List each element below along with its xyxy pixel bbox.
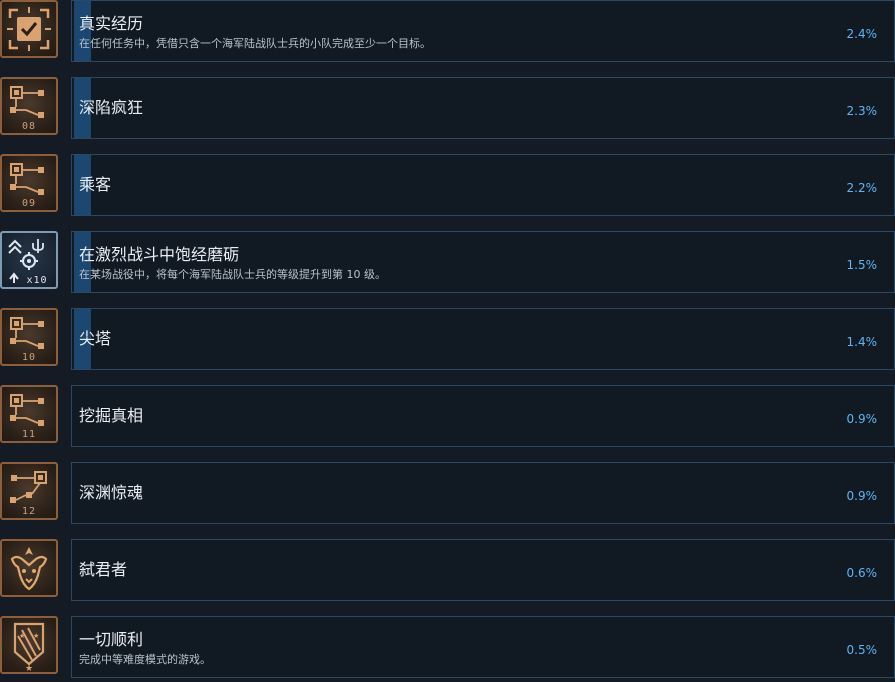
achievement-list: 真实经历 在任何任务中，凭借只含一个海军陆战队士兵的小队完成至少一个目标。 2.… xyxy=(0,0,895,679)
icon-number: 08 xyxy=(21,121,37,132)
achievement-row[interactable]: 12 深渊惊魂 0.9% xyxy=(0,462,895,528)
achievement-percent: 0.9% xyxy=(846,489,878,503)
achievement-row[interactable]: 弑君者 0.6% xyxy=(0,539,895,605)
achievement-percent: 1.5% xyxy=(846,258,878,272)
achievement-description: 在某场战役中，将每个海军陆战队士兵的等级提升到第 10 级。 xyxy=(79,268,386,281)
achievement-card: 一切顺利 完成中等难度模式的游戏。 0.5% xyxy=(71,616,895,678)
achievement-card: 深渊惊魂 0.9% xyxy=(71,462,895,524)
achievement-row[interactable]: 09 乘客 2.2% xyxy=(0,154,895,220)
achievement-percent: 2.4% xyxy=(846,27,878,41)
achievement-percent: 0.9% xyxy=(846,412,878,426)
achievement-title: 挖掘真相 xyxy=(79,406,144,425)
achievement-row[interactable]: 11 挖掘真相 0.9% xyxy=(0,385,895,451)
icon-number: 10 xyxy=(21,352,37,363)
icon-number: 11 xyxy=(21,429,37,440)
achievement-card: 深陷疯狂 2.3% xyxy=(71,77,895,139)
svg-text:★: ★ xyxy=(19,632,25,640)
achievement-row[interactable]: x10 在激烈战斗中饱经磨砺 在某场战役中，将每个海军陆战队士兵的等级提升到第 … xyxy=(0,231,895,297)
achievement-row[interactable]: 08 深陷疯狂 2.3% xyxy=(0,77,895,143)
icon-number: x10 xyxy=(26,275,48,286)
beast-crest-icon xyxy=(0,539,58,597)
achievement-title: 真实经历 xyxy=(79,14,144,33)
achievement-card: 在激烈战斗中饱经磨砺 在某场战役中，将每个海军陆战队士兵的等级提升到第 10 级… xyxy=(71,231,895,293)
achievement-title: 一切顺利 xyxy=(79,630,144,649)
achievement-percent: 2.2% xyxy=(846,181,878,195)
network-map-icon: 08 xyxy=(0,77,58,135)
achievement-title: 深陷疯狂 xyxy=(79,98,144,117)
achievement-title: 乘客 xyxy=(79,175,112,194)
achievement-card: 挖掘真相 0.9% xyxy=(71,385,895,447)
rank-up-icon: x10 xyxy=(0,231,58,289)
achievement-card: 弑君者 0.6% xyxy=(71,539,895,601)
achievement-percent: 1.4% xyxy=(846,335,878,349)
svg-text:★: ★ xyxy=(25,664,33,672)
icon-number: 09 xyxy=(21,198,37,209)
achievement-row[interactable]: 真实经历 在任何任务中，凭借只含一个海军陆战队士兵的小队完成至少一个目标。 2.… xyxy=(0,0,895,66)
network-map-icon: 09 xyxy=(0,154,58,212)
achievement-title: 在激烈战斗中饱经磨砺 xyxy=(79,245,240,264)
network-map-icon: 11 xyxy=(0,385,58,443)
shield-stars-icon: ★ ★ ★ xyxy=(0,616,58,674)
achievement-percent: 2.3% xyxy=(846,104,878,118)
achievement-card: 尖塔 1.4% xyxy=(71,308,895,370)
achievement-title: 尖塔 xyxy=(79,329,112,348)
network-map-icon: 12 xyxy=(0,462,58,520)
achievement-card: 真实经历 在任何任务中，凭借只含一个海军陆战队士兵的小队完成至少一个目标。 2.… xyxy=(71,0,895,62)
achievement-title: 深渊惊魂 xyxy=(79,483,144,502)
achievement-description: 完成中等难度模式的游戏。 xyxy=(79,653,211,666)
achievement-percent: 0.6% xyxy=(846,566,878,580)
achievement-row[interactable]: ★ ★ ★ 一切顺利 完成中等难度模式的游戏。 0.5% xyxy=(0,616,895,682)
achievement-percent: 0.5% xyxy=(846,643,878,657)
svg-text:★: ★ xyxy=(33,632,39,640)
network-map-icon: 10 xyxy=(0,308,58,366)
icon-number: 12 xyxy=(21,506,37,517)
achievement-card: 乘客 2.2% xyxy=(71,154,895,216)
achievement-row[interactable]: 10 尖塔 1.4% xyxy=(0,308,895,374)
achievement-description: 在任何任务中，凭借只含一个海军陆战队士兵的小队完成至少一个目标。 xyxy=(79,37,431,50)
achievement-title: 弑君者 xyxy=(79,560,128,579)
checkbox-target-icon xyxy=(0,0,58,58)
